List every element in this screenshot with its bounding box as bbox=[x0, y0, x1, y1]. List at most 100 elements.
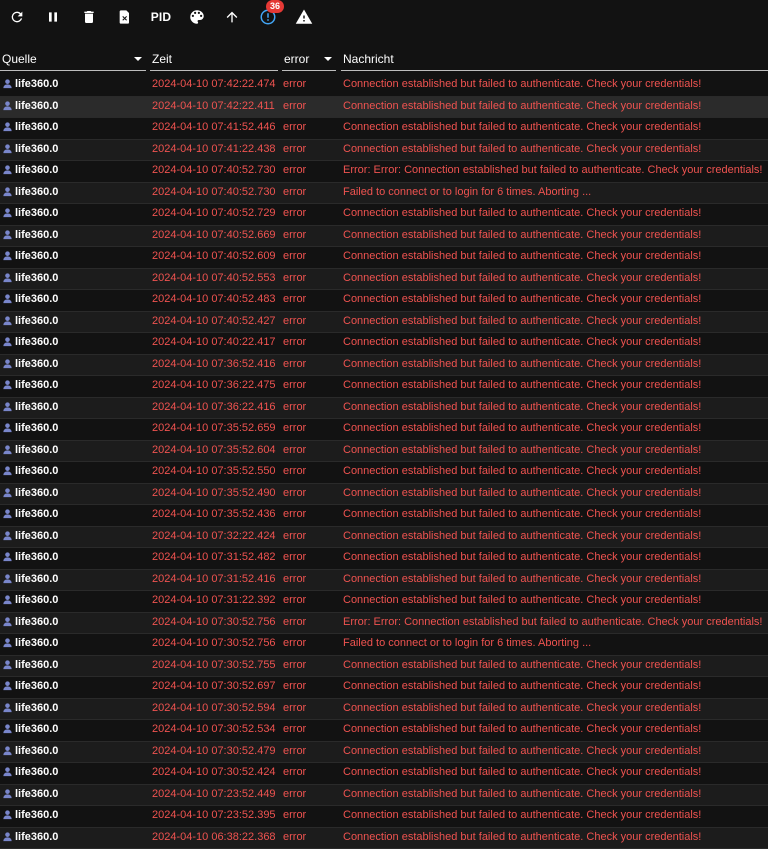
table-row[interactable]: life360.02024-04-10 07:35:52.490errorCon… bbox=[0, 484, 768, 506]
source-text: life360.0 bbox=[15, 680, 58, 692]
table-row[interactable]: life360.02024-04-10 07:32:22.424errorCon… bbox=[0, 527, 768, 549]
table-row[interactable]: life360.02024-04-10 07:30:52.756errorFai… bbox=[0, 634, 768, 656]
source-cell: life360.0 bbox=[2, 763, 58, 782]
source-cell: life360.0 bbox=[2, 699, 58, 718]
source-text: life360.0 bbox=[15, 551, 58, 563]
table-row[interactable]: life360.02024-04-10 07:35:52.436errorCon… bbox=[0, 505, 768, 527]
level-cell: error bbox=[283, 398, 306, 417]
chevron-down-icon[interactable] bbox=[324, 57, 332, 61]
time-cell: 2024-04-10 07:31:22.392 bbox=[152, 591, 276, 610]
table-row[interactable]: life360.02024-04-10 07:30:52.534errorCon… bbox=[0, 720, 768, 742]
table-row[interactable]: life360.02024-04-10 07:40:52.609errorCon… bbox=[0, 247, 768, 269]
source-cell: life360.0 bbox=[2, 462, 58, 481]
table-row[interactable]: life360.02024-04-10 07:40:52.669errorCon… bbox=[0, 226, 768, 248]
level-cell: error bbox=[283, 269, 306, 288]
source-text: life360.0 bbox=[15, 164, 58, 176]
source-text: life360.0 bbox=[15, 659, 58, 671]
table-row[interactable]: life360.02024-04-10 07:40:52.553errorCon… bbox=[0, 269, 768, 291]
source-cell: life360.0 bbox=[2, 677, 58, 696]
message-cell: Connection established but failed to aut… bbox=[343, 204, 701, 223]
level-cell: error bbox=[283, 419, 306, 438]
table-row[interactable]: life360.02024-04-10 07:40:52.730errorFai… bbox=[0, 183, 768, 205]
source-text: life360.0 bbox=[15, 401, 58, 413]
delete-log-file-button[interactable] bbox=[112, 4, 138, 30]
table-row[interactable]: life360.02024-04-10 07:35:52.659errorCon… bbox=[0, 419, 768, 441]
table-row[interactable]: life360.02024-04-10 07:23:52.395errorCon… bbox=[0, 806, 768, 828]
pid-toggle-button[interactable]: PID bbox=[148, 4, 174, 30]
level-cell: error bbox=[283, 140, 306, 159]
time-cell: 2024-04-10 07:41:22.438 bbox=[152, 140, 276, 159]
table-row[interactable]: life360.02024-04-10 07:30:52.756errorErr… bbox=[0, 613, 768, 635]
source-cell: life360.0 bbox=[2, 634, 58, 653]
delete-button[interactable] bbox=[76, 4, 102, 30]
level-filter-header[interactable]: error bbox=[282, 48, 336, 71]
table-row[interactable]: life360.02024-04-10 07:40:52.427errorCon… bbox=[0, 312, 768, 334]
table-row[interactable]: life360.02024-04-10 07:36:22.475errorCon… bbox=[0, 376, 768, 398]
color-toggle-button[interactable] bbox=[184, 4, 210, 30]
source-column-header[interactable]: Quelle bbox=[0, 48, 146, 71]
warning-icon bbox=[295, 8, 313, 26]
table-row[interactable]: life360.02024-04-10 07:30:52.594errorCon… bbox=[0, 699, 768, 721]
table-row[interactable]: life360.02024-04-10 07:31:52.416errorCon… bbox=[0, 570, 768, 592]
level-cell: error bbox=[283, 785, 306, 804]
table-row[interactable]: life360.02024-04-10 07:35:52.604errorCon… bbox=[0, 441, 768, 463]
source-text: life360.0 bbox=[15, 186, 58, 198]
level-cell: error bbox=[283, 75, 306, 94]
level-cell: error bbox=[283, 462, 306, 481]
level-cell: error bbox=[283, 441, 306, 460]
table-row[interactable]: life360.02024-04-10 07:42:22.474errorCon… bbox=[0, 75, 768, 97]
adapter-icon bbox=[2, 186, 13, 197]
table-row[interactable]: life360.02024-04-10 07:31:22.392errorCon… bbox=[0, 591, 768, 613]
adapter-icon bbox=[2, 358, 13, 369]
source-text: life360.0 bbox=[15, 229, 58, 241]
time-cell: 2024-04-10 07:30:52.424 bbox=[152, 763, 276, 782]
time-column-label: Zeit bbox=[150, 52, 172, 66]
table-row[interactable]: life360.02024-04-10 07:30:52.697errorCon… bbox=[0, 677, 768, 699]
table-row[interactable]: life360.02024-04-10 07:30:52.479errorCon… bbox=[0, 742, 768, 764]
table-row[interactable]: life360.02024-04-10 07:41:22.438errorCon… bbox=[0, 140, 768, 162]
source-cell: life360.0 bbox=[2, 97, 58, 116]
message-cell: Connection established but failed to aut… bbox=[343, 699, 701, 718]
message-cell: Connection established but failed to aut… bbox=[343, 720, 701, 739]
table-row[interactable]: life360.02024-04-10 07:42:22.411errorCon… bbox=[0, 97, 768, 119]
table-row[interactable]: life360.02024-04-10 07:40:22.417errorCon… bbox=[0, 333, 768, 355]
adapter-icon bbox=[2, 831, 13, 842]
adapter-icon bbox=[2, 250, 13, 261]
source-cell: life360.0 bbox=[2, 828, 58, 847]
message-cell: Connection established but failed to aut… bbox=[343, 677, 701, 696]
source-text: life360.0 bbox=[15, 530, 58, 542]
table-row[interactable]: life360.02024-04-10 07:40:52.729errorCon… bbox=[0, 204, 768, 226]
table-row[interactable]: life360.02024-04-10 06:38:22.368errorCon… bbox=[0, 828, 768, 849]
table-header: Quelle Zeit error Nachricht bbox=[0, 48, 768, 72]
source-text: life360.0 bbox=[15, 745, 58, 757]
table-row[interactable]: life360.02024-04-10 07:30:52.424errorCon… bbox=[0, 763, 768, 785]
level-cell: error bbox=[283, 699, 306, 718]
warning-filter-button[interactable] bbox=[291, 4, 317, 30]
message-cell: Connection established but failed to aut… bbox=[343, 97, 701, 116]
source-text: life360.0 bbox=[15, 723, 58, 735]
table-row[interactable]: life360.02024-04-10 07:23:52.449errorCon… bbox=[0, 785, 768, 807]
adapter-icon bbox=[2, 444, 13, 455]
source-cell: life360.0 bbox=[2, 806, 58, 825]
pause-button[interactable] bbox=[40, 4, 66, 30]
message-cell: Connection established but failed to aut… bbox=[343, 806, 701, 825]
table-row[interactable]: life360.02024-04-10 07:35:52.550errorCon… bbox=[0, 462, 768, 484]
error-filter-button[interactable]: 36 bbox=[255, 4, 281, 30]
table-row[interactable]: life360.02024-04-10 07:41:52.446errorCon… bbox=[0, 118, 768, 140]
table-row[interactable]: life360.02024-04-10 07:40:52.730errorErr… bbox=[0, 161, 768, 183]
level-cell: error bbox=[283, 527, 306, 546]
adapter-icon bbox=[2, 121, 13, 132]
table-row[interactable]: life360.02024-04-10 07:31:52.482errorCon… bbox=[0, 548, 768, 570]
source-cell: life360.0 bbox=[2, 290, 58, 309]
table-row[interactable]: life360.02024-04-10 07:40:52.483errorCon… bbox=[0, 290, 768, 312]
table-row[interactable]: life360.02024-04-10 07:30:52.755errorCon… bbox=[0, 656, 768, 678]
table-row[interactable]: life360.02024-04-10 07:36:52.416errorCon… bbox=[0, 355, 768, 377]
sort-order-button[interactable] bbox=[219, 4, 245, 30]
source-text: life360.0 bbox=[15, 637, 58, 649]
chevron-down-icon[interactable] bbox=[134, 57, 142, 61]
table-row[interactable]: life360.02024-04-10 07:36:22.416errorCon… bbox=[0, 398, 768, 420]
level-cell: error bbox=[283, 548, 306, 567]
level-cell: error bbox=[283, 183, 306, 202]
source-cell: life360.0 bbox=[2, 419, 58, 438]
refresh-button[interactable] bbox=[4, 4, 30, 30]
